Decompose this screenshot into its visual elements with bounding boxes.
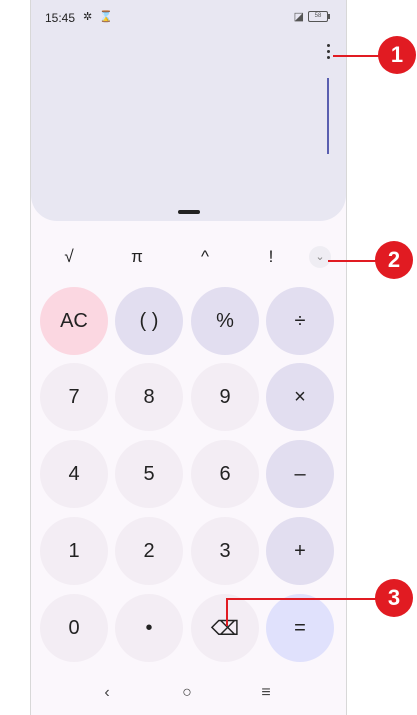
key-backspace[interactable]: ⌫ bbox=[191, 594, 259, 662]
key-add[interactable]: + bbox=[266, 517, 334, 585]
key-5[interactable]: 5 bbox=[115, 440, 183, 508]
key-percent[interactable]: % bbox=[191, 287, 259, 355]
power-button[interactable]: ^ bbox=[185, 240, 225, 274]
callout-1: 1 bbox=[378, 36, 416, 74]
home-icon[interactable]: ○ bbox=[172, 684, 202, 702]
navigation-bar: ‹ ○ ≡ bbox=[31, 680, 346, 715]
chevron-down-icon[interactable]: ⌄ bbox=[309, 246, 331, 268]
callout-3-line bbox=[226, 598, 378, 600]
key-3[interactable]: 3 bbox=[191, 517, 259, 585]
sqrt-button[interactable]: √ bbox=[49, 240, 89, 274]
callout-3: 3 bbox=[375, 579, 413, 617]
key-4[interactable]: 4 bbox=[40, 440, 108, 508]
back-icon[interactable]: ‹ bbox=[92, 684, 122, 702]
key-8[interactable]: 8 bbox=[115, 363, 183, 431]
key-ac[interactable]: AC bbox=[40, 287, 108, 355]
phone-screen: 15:45 ✲ ⌛ ◪ 58 √ π ^ ! ⌄ AC( )% ÷ 7 8 9 × 4 5 6–… bbox=[30, 0, 347, 715]
key-equals[interactable]: = bbox=[266, 594, 334, 662]
more-vertical-icon[interactable] bbox=[323, 44, 333, 62]
key-0[interactable]: 0 bbox=[40, 594, 108, 662]
key-parentheses[interactable]: ( ) bbox=[115, 287, 183, 355]
callout-2-line bbox=[328, 260, 378, 262]
key-1[interactable]: 1 bbox=[40, 517, 108, 585]
text-cursor bbox=[327, 78, 329, 154]
recents-icon[interactable]: ≡ bbox=[251, 684, 281, 702]
scientific-functions-row: √ π ^ ! ⌄ bbox=[31, 240, 346, 274]
no-sim-icon: ◪ bbox=[293, 11, 304, 23]
key-divide[interactable]: ÷ bbox=[266, 287, 334, 355]
key-multiply[interactable]: × bbox=[266, 363, 334, 431]
callout-2: 2 bbox=[375, 241, 413, 279]
key-2[interactable]: 2 bbox=[115, 517, 183, 585]
gear-icon: ✲ bbox=[83, 11, 93, 23]
pi-button[interactable]: π bbox=[117, 240, 157, 274]
calculator-display: 15:45 ✲ ⌛ ◪ 58 bbox=[31, 0, 346, 221]
drag-handle[interactable] bbox=[178, 210, 200, 214]
key-decimal[interactable]: • bbox=[115, 594, 183, 662]
key-subtract[interactable]: – bbox=[266, 440, 334, 508]
battery-icon: 58 bbox=[308, 11, 330, 22]
key-7[interactable]: 7 bbox=[40, 363, 108, 431]
key-6[interactable]: 6 bbox=[191, 440, 259, 508]
key-9[interactable]: 9 bbox=[191, 363, 259, 431]
status-bar: 15:45 ✲ ⌛ ◪ 58 bbox=[31, 0, 346, 32]
hourglass-icon: ⌛ bbox=[99, 11, 113, 23]
status-time: 15:45 bbox=[45, 11, 76, 25]
factorial-button[interactable]: ! bbox=[251, 240, 291, 274]
callout-3-line-vertical bbox=[226, 598, 228, 626]
